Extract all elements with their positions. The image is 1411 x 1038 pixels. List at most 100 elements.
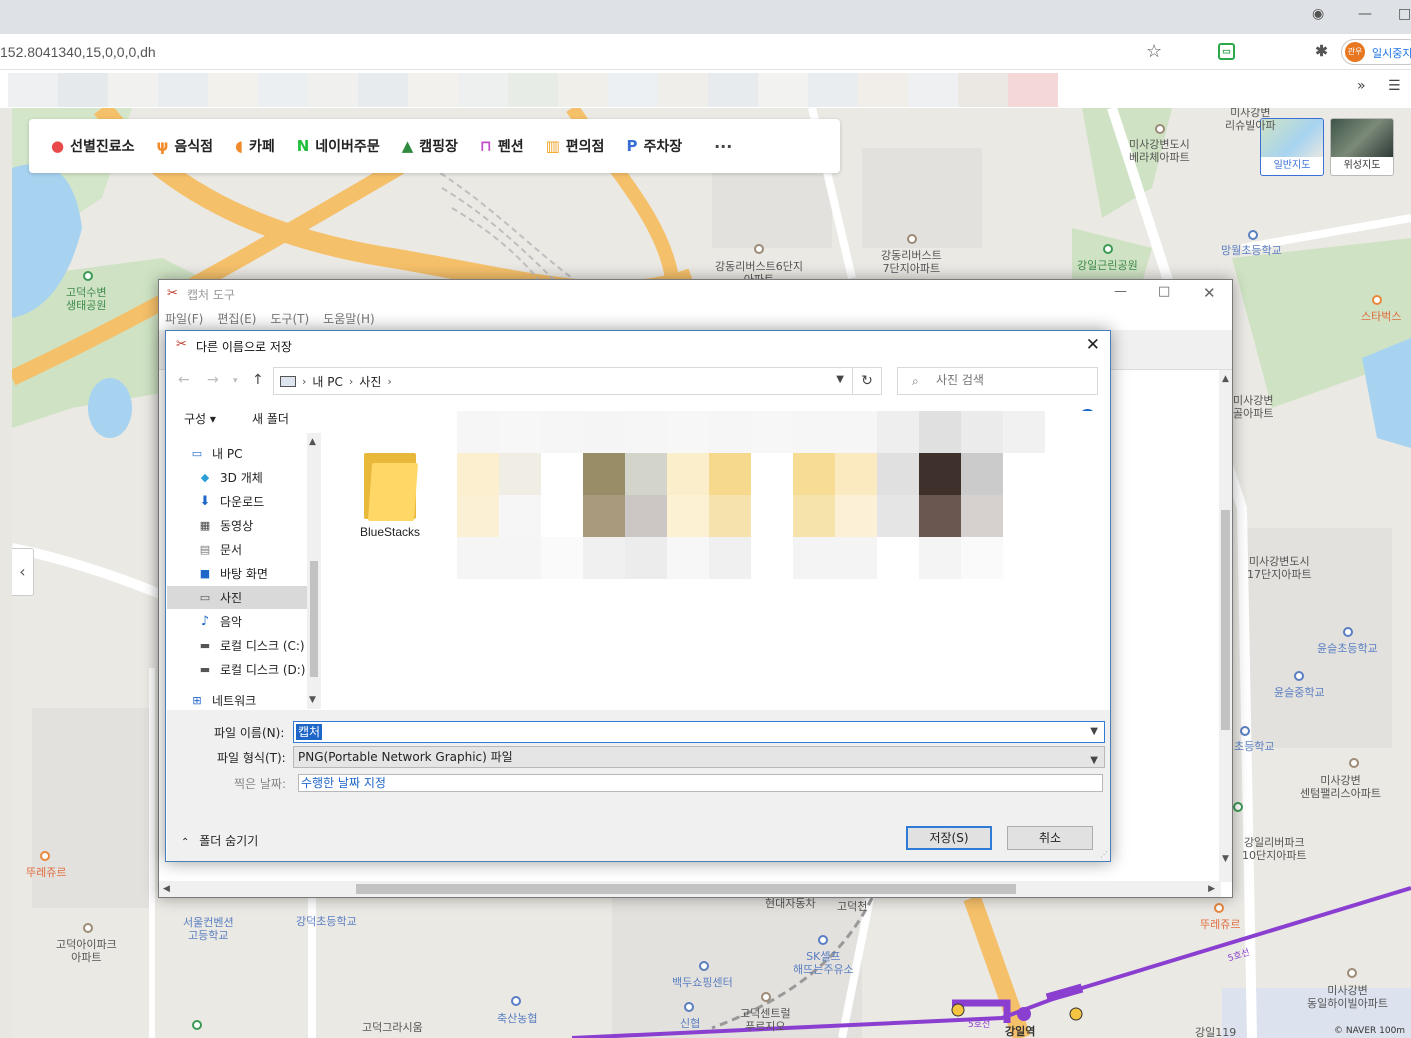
category-cafe[interactable]: ◖ 카페 [235, 136, 275, 156]
chevron-down-icon[interactable]: ▼ [1090, 751, 1098, 771]
scroll-thumb[interactable] [1221, 510, 1230, 730]
breadcrumb-this-pc[interactable]: 내 PC [312, 373, 342, 390]
map-label[interactable]: 미사강변도시 17단지아파트 [1247, 555, 1312, 581]
scroll-thumb[interactable] [310, 561, 318, 677]
apartment-marker-icon[interactable] [754, 244, 764, 254]
reading-list-icon[interactable]: ☰ [1388, 78, 1401, 94]
close-icon[interactable]: ✕ [1203, 284, 1216, 302]
save-button[interactable]: 저장(S) [906, 826, 992, 850]
tree-item-music[interactable]: ♪ 음악 [167, 610, 307, 633]
tree-item-this-pc[interactable]: ▭ 내 PC [167, 442, 307, 465]
map-label[interactable]: 신협 [680, 1017, 700, 1030]
panel-toggle-chevron-left-icon[interactable]: ‹ [12, 548, 34, 596]
school-marker-icon[interactable] [1240, 726, 1250, 736]
bank-marker-icon[interactable] [684, 1002, 694, 1012]
close-icon[interactable]: ✕ [1086, 335, 1100, 355]
park-marker-icon[interactable] [1233, 802, 1243, 812]
minimize-icon[interactable]: — [1358, 6, 1372, 22]
map-label[interactable]: 고덕수변 생태공원 [66, 286, 106, 312]
tree-item-3d-objects[interactable]: ◆ 3D 개체 [167, 466, 307, 489]
back-arrow-icon[interactable]: ← [178, 372, 190, 388]
bookmark-star-icon[interactable]: ☆ [1146, 41, 1162, 62]
cafe-marker-icon[interactable] [1372, 295, 1382, 305]
map-label[interactable]: 고덕센트럴 푸르지오 [740, 1007, 791, 1033]
map-label[interactable]: 미사강변 리슈빌아파 [1225, 108, 1276, 132]
forward-arrow-icon[interactable]: → [207, 372, 219, 388]
refresh-button[interactable]: ↻ [852, 367, 882, 395]
bakery-marker-icon[interactable] [40, 851, 50, 861]
category-campsite[interactable]: ▲ 캠핑장 [402, 136, 458, 156]
map-type-satellite[interactable]: 위성지도 [1330, 118, 1394, 176]
filename-value[interactable]: 캡처 [296, 724, 323, 740]
url-text[interactable]: 152.8041340,15,0,0,0,dh [0, 44, 156, 60]
shopping-marker-icon[interactable] [699, 961, 709, 971]
vertical-scrollbar[interactable]: ▲ ▼ [1219, 370, 1232, 882]
recent-locations-chevron-icon[interactable]: ▾ [233, 376, 238, 386]
profile-button[interactable]: 관우 일시중지 [1341, 39, 1411, 65]
park-marker-icon[interactable] [83, 271, 93, 281]
cancel-button[interactable]: 취소 [1007, 826, 1093, 850]
bakery-marker-icon[interactable] [1214, 903, 1224, 913]
address-bar[interactable]: 152.8041340,15,0,0,0,dh ☆ EX ▭ ONE S ✱ 관… [0, 34, 1411, 70]
tree-item-network[interactable]: ⊞ 네트워크 [167, 689, 307, 712]
map-label[interactable]: 축산농협 [497, 1012, 537, 1025]
menu-edit[interactable]: 편집(E) [217, 308, 256, 330]
search-box[interactable]: ⌕ [897, 367, 1098, 395]
school-marker-icon[interactable] [1294, 671, 1304, 681]
chevron-down-icon[interactable]: ▼ [836, 374, 844, 385]
scroll-right-icon[interactable]: ▶ [1208, 884, 1215, 894]
tree-item-pictures[interactable]: ▭ 사진 [167, 586, 307, 609]
tag-extension-icon[interactable]: ▭ [1218, 43, 1235, 60]
maximize-icon[interactable]: □ [1398, 6, 1411, 22]
map-label[interactable]: 윤슬중학교 [1274, 686, 1325, 699]
tab-search-icon[interactable]: ◉ [1312, 6, 1324, 22]
folder-item-bluestacks[interactable]: BlueStacks [351, 451, 429, 551]
tree-item-drive-d[interactable]: ▬ 로컬 디스크 (D:) [167, 658, 307, 681]
map-label[interactable]: 미사강변 동일하이빌아파트 [1307, 984, 1388, 1010]
apartment-marker-icon[interactable] [83, 923, 93, 933]
map-label[interactable]: 미사강변 골아파트 [1233, 394, 1273, 420]
map-label[interactable]: 고덕천 [837, 900, 867, 913]
menu-tools[interactable]: 도구(T) [270, 308, 309, 330]
map-label[interactable]: 초등학교 [1234, 740, 1274, 753]
map-label[interactable]: 강덕초등학교 [296, 915, 357, 928]
park-marker-icon[interactable] [1103, 244, 1113, 254]
category-convenience-store[interactable]: ▥ 편의점 [546, 136, 605, 156]
category-pension[interactable]: ⊓ 펜션 [480, 136, 524, 156]
filetype-select[interactable]: PNG(Portable Network Graphic) 파일 ▼ [293, 746, 1105, 768]
apartment-marker-icon[interactable] [1349, 758, 1359, 768]
bank-marker-icon[interactable] [511, 996, 521, 1006]
map-label[interactable]: 강동리버스트 7단지아파트 [881, 249, 942, 275]
map-label[interactable]: 고덕아이파크 아파트 [56, 938, 117, 964]
gas-station-marker-icon[interactable] [818, 935, 828, 945]
map-label[interactable]: 강일근린공원 [1077, 259, 1138, 272]
address-breadcrumb[interactable]: › 내 PC › 사진 › ▼ [273, 367, 853, 395]
more-categories-button[interactable]: ··· [714, 137, 732, 156]
map-label[interactable]: 미사강변도시 베라체아파트 [1129, 138, 1190, 164]
chevron-down-icon[interactable]: ▼ [1090, 726, 1098, 737]
map-label[interactable]: 미사강변 센텀팰리스아파트 [1300, 774, 1381, 800]
ex-extension-icon[interactable]: EX [1186, 43, 1203, 60]
map-label[interactable]: 강일리버파크 10단지아파트 [1242, 836, 1307, 862]
maximize-icon[interactable]: □ [1158, 284, 1170, 299]
map-label[interactable]: 윤슬초등학교 [1317, 642, 1378, 655]
up-arrow-icon[interactable]: ↑ [252, 372, 264, 388]
tree-item-videos[interactable]: ▦ 동영상 [167, 514, 307, 537]
one-extension-icon[interactable]: ONE [1250, 43, 1267, 60]
apartment-marker-icon[interactable] [907, 234, 917, 244]
apartment-marker-icon[interactable] [1155, 124, 1165, 134]
map-label[interactable]: 고덕그라시움 [362, 1021, 423, 1034]
filename-field[interactable]: 캡처 ▼ [293, 721, 1105, 743]
puzzle-extensions-icon[interactable]: ✱ [1313, 43, 1330, 60]
map-label[interactable]: SK셀프 해뜨는주유소 [793, 950, 854, 976]
category-parking[interactable]: P 주차장 [626, 136, 682, 156]
school-marker-icon[interactable] [1248, 230, 1258, 240]
scroll-thumb[interactable] [356, 884, 1016, 894]
menu-help[interactable]: 도움말(H) [323, 308, 375, 330]
date-field[interactable]: 수행한 날짜 지정 [298, 774, 1103, 792]
breadcrumb-pictures[interactable]: 사진 [359, 373, 381, 390]
scroll-down-icon[interactable]: ▼ [309, 695, 316, 705]
category-naver-order[interactable]: N 네이버주문 [297, 136, 380, 156]
category-screening-clinic[interactable]: ● 선별진료소 [51, 136, 135, 156]
date-value[interactable]: 수행한 날짜 지정 [301, 776, 386, 790]
